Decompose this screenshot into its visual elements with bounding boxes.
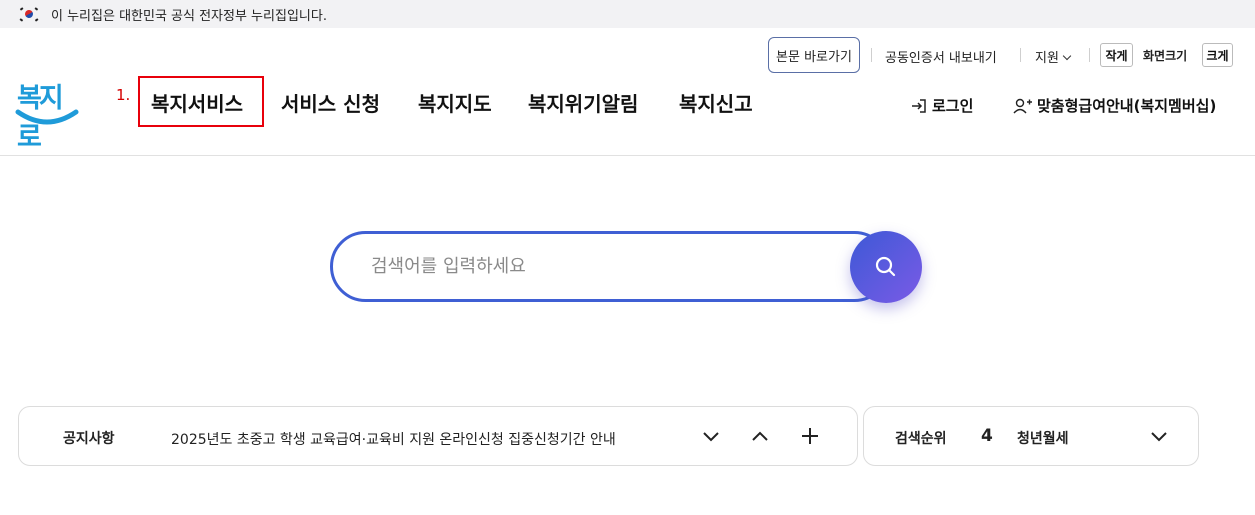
divider [1020, 48, 1021, 62]
ranking-number: 4 [981, 426, 993, 446]
search-box [330, 231, 890, 302]
user-add-icon [1013, 98, 1032, 113]
chevron-down-icon [703, 432, 719, 442]
notice-more-button[interactable] [795, 421, 825, 451]
login-link[interactable]: 로그인 [910, 95, 973, 116]
search-button[interactable] [850, 231, 922, 303]
skip-to-content-button[interactable]: 본문 바로가기 [768, 37, 860, 73]
font-larger-button[interactable]: 크게 [1202, 43, 1233, 67]
gov-banner: 이 누리집은 대한민국 공식 전자정부 누리집입니다. [0, 0, 1255, 28]
nav-welfare-crisis-alert[interactable]: 복지위기알림 [528, 88, 638, 117]
nav-welfare-map[interactable]: 복지지도 [418, 88, 492, 117]
logo-smile-icon [15, 109, 79, 125]
divider [871, 48, 872, 62]
search-icon [875, 256, 896, 277]
gov-banner-text: 이 누리집은 대한민국 공식 전자정부 누리집입니다. [51, 8, 327, 24]
nav-welfare-report[interactable]: 복지신고 [679, 88, 753, 117]
header-divider [0, 155, 1255, 156]
notice-next-button[interactable] [696, 421, 726, 451]
member-guide-link[interactable]: 맞춤형급여안내(복지멤버십) [1013, 95, 1216, 116]
plus-icon [802, 428, 818, 444]
search-input[interactable] [371, 256, 831, 277]
member-guide-label: 맞춤형급여안내(복지멤버십) [1037, 97, 1217, 115]
highlight-box [138, 76, 264, 127]
font-smaller-button[interactable]: 작게 [1100, 43, 1133, 67]
nav-service-apply[interactable]: 서비스 신청 [281, 88, 380, 117]
notice-title: 공지사항 [63, 431, 115, 447]
cert-export-link[interactable]: 공동인증서 내보내기 [885, 47, 997, 66]
chevron-down-icon [1062, 51, 1072, 61]
korea-flag-icon [19, 7, 39, 22]
login-label: 로그인 [932, 97, 974, 115]
support-dropdown[interactable]: 지원 [1035, 47, 1072, 66]
support-label: 지원 [1035, 51, 1059, 66]
ranking-term[interactable]: 청년월세 [1017, 428, 1069, 448]
bokjiro-logo[interactable]: 복지로 [14, 74, 80, 153]
login-icon [912, 98, 926, 113]
chevron-down-icon [1151, 432, 1167, 442]
ranking-expand-button[interactable] [1144, 421, 1174, 451]
notice-item[interactable]: 2025년도 초중고 학생 교육급여·교육비 지원 온라인신청 집중신청기간 안… [171, 429, 616, 449]
notice-prev-button[interactable] [745, 421, 775, 451]
ranking-title: 검색순위 [895, 431, 947, 447]
search-ranking-panel: 검색순위 4 청년월세 [863, 406, 1199, 466]
font-size-label: 화면크기 [1143, 49, 1188, 63]
divider [1089, 48, 1090, 62]
notice-panel: 공지사항 2025년도 초중고 학생 교육급여·교육비 지원 온라인신청 집중신… [18, 406, 858, 466]
step-annotation: 1. [116, 86, 131, 104]
chevron-up-icon [752, 431, 768, 441]
